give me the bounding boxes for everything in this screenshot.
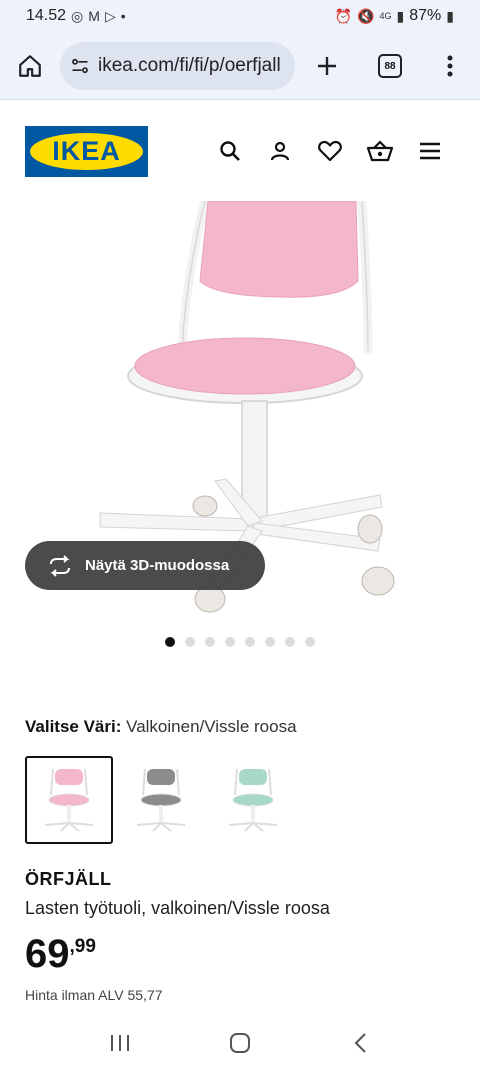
chair-thumbnail-green [228, 768, 278, 832]
image-carousel-dots [165, 637, 315, 647]
color-selection-label: Valitse Väri: Valkoinen/Vissle roosa [25, 717, 297, 737]
menu-button[interactable] [415, 136, 445, 166]
price-decimal: ,99 [69, 936, 96, 957]
dot-icon: • [120, 8, 126, 24]
price-without-vat: Hinta ilman ALV 55,77 [25, 987, 163, 1003]
ikea-logo[interactable]: IKEA [25, 126, 148, 177]
chair-thumbnail-pink [44, 768, 94, 832]
mute-icon: 🔇 [357, 7, 375, 24]
search-button[interactable] [215, 136, 245, 166]
back-chevron-icon [354, 1032, 366, 1053]
price-integer: 69 [25, 932, 70, 976]
browser-menu-button[interactable] [430, 46, 470, 86]
color-selected-value: Valkoinen/Vissle roosa [126, 717, 297, 736]
product-name: ÖRFJÄLL [25, 869, 112, 889]
user-icon [270, 141, 290, 161]
search-icon [220, 141, 240, 161]
signal-icon: ▮ [396, 7, 405, 24]
logo-text: IKEA [52, 136, 121, 166]
logo-oval: IKEA [30, 133, 143, 170]
carousel-dot[interactable] [245, 637, 255, 647]
alarm-icon: ⏰ [334, 7, 353, 24]
color-swatch-pink[interactable] [25, 756, 113, 844]
home-nav-button[interactable] [220, 1023, 260, 1063]
home-icon [19, 55, 41, 77]
carousel-dot[interactable] [305, 637, 315, 647]
whatsapp-icon: ◎ [71, 7, 84, 24]
carousel-dot[interactable] [265, 637, 275, 647]
home-button[interactable] [10, 46, 50, 86]
color-label-prefix: Valitse Väri: [25, 717, 122, 736]
plus-icon [318, 57, 336, 75]
recent-apps-icon [111, 1034, 129, 1051]
back-button[interactable] [340, 1023, 380, 1063]
site-header: IKEA [0, 101, 480, 201]
site-settings-icon[interactable] [70, 56, 90, 76]
view-3d-button[interactable]: Näytä 3D-muodossa [25, 541, 265, 590]
play-store-icon: ▷ [104, 7, 116, 24]
system-nav-bar [0, 1015, 480, 1070]
address-bar[interactable]: ikea.com/fi/fi/p/oerfjall [60, 42, 295, 90]
recent-apps-button[interactable] [100, 1023, 140, 1063]
carousel-dot[interactable] [205, 637, 215, 647]
product-description: Lasten työtuoli, valkoinen/Vissle roosa [25, 898, 330, 918]
browser-toolbar: ikea.com/fi/fi/p/oerfjall 88 [0, 32, 480, 100]
carousel-dot[interactable] [225, 637, 235, 647]
more-vertical-icon [447, 55, 453, 77]
status-time: 14.52 [26, 7, 67, 24]
new-tab-button[interactable] [307, 46, 347, 86]
carousel-dot[interactable] [165, 637, 175, 647]
shopping-bag-icon [366, 140, 394, 162]
carousel-dot[interactable] [285, 637, 295, 647]
view-3d-label: Näytä 3D-muodossa [85, 557, 230, 574]
rotate-3d-icon [50, 554, 70, 577]
product-price: 69 ,99 [25, 930, 96, 978]
tab-switcher-button[interactable]: 88 [370, 46, 410, 86]
network-type: 4G [379, 11, 392, 21]
tab-count: 88 [378, 54, 402, 78]
battery-icon: ▮ [446, 7, 454, 24]
gmail-icon: M [88, 8, 100, 24]
status-bar: 14.52 ◎ M ▷ • ⏰ 🔇 4G ▮ 87% ▮ [0, 0, 480, 32]
account-button[interactable] [265, 136, 295, 166]
hamburger-icon [420, 142, 440, 160]
url-text: ikea.com/fi/fi/p/oerfjall [98, 55, 281, 76]
home-circle-icon [230, 1032, 250, 1053]
color-swatch-grey[interactable] [117, 756, 205, 844]
color-swatch-green[interactable] [209, 756, 297, 844]
favourites-button[interactable] [315, 136, 345, 166]
cart-button[interactable] [365, 136, 395, 166]
heart-icon [318, 140, 342, 162]
carousel-dot[interactable] [185, 637, 195, 647]
chair-thumbnail-grey [136, 768, 186, 832]
battery-percent: 87% [409, 7, 442, 24]
